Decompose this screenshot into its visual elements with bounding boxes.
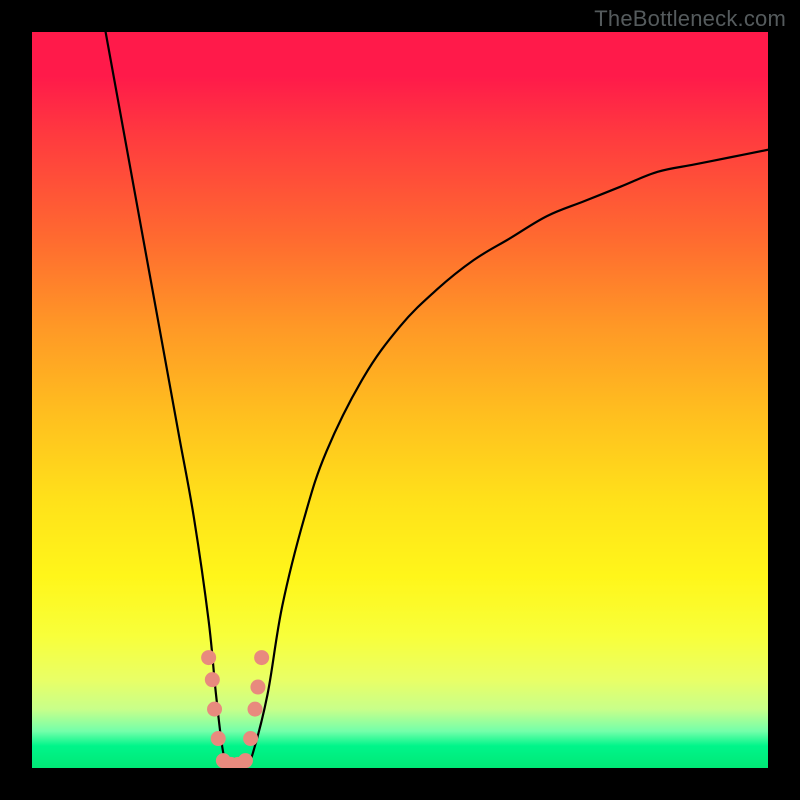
highlight-bead <box>205 672 220 687</box>
plot-area <box>32 32 768 768</box>
watermark-text: TheBottleneck.com <box>594 6 786 32</box>
highlight-bead <box>211 731 226 746</box>
highlight-bead <box>243 731 258 746</box>
highlight-bead <box>207 702 222 717</box>
highlight-bead <box>254 650 269 665</box>
highlight-bead <box>238 753 253 768</box>
highlight-bead <box>248 702 263 717</box>
highlight-bead <box>201 650 216 665</box>
curve-layer <box>32 32 768 768</box>
chart-frame: TheBottleneck.com <box>0 0 800 800</box>
highlight-bead <box>250 680 265 695</box>
highlight-beads <box>201 650 269 768</box>
